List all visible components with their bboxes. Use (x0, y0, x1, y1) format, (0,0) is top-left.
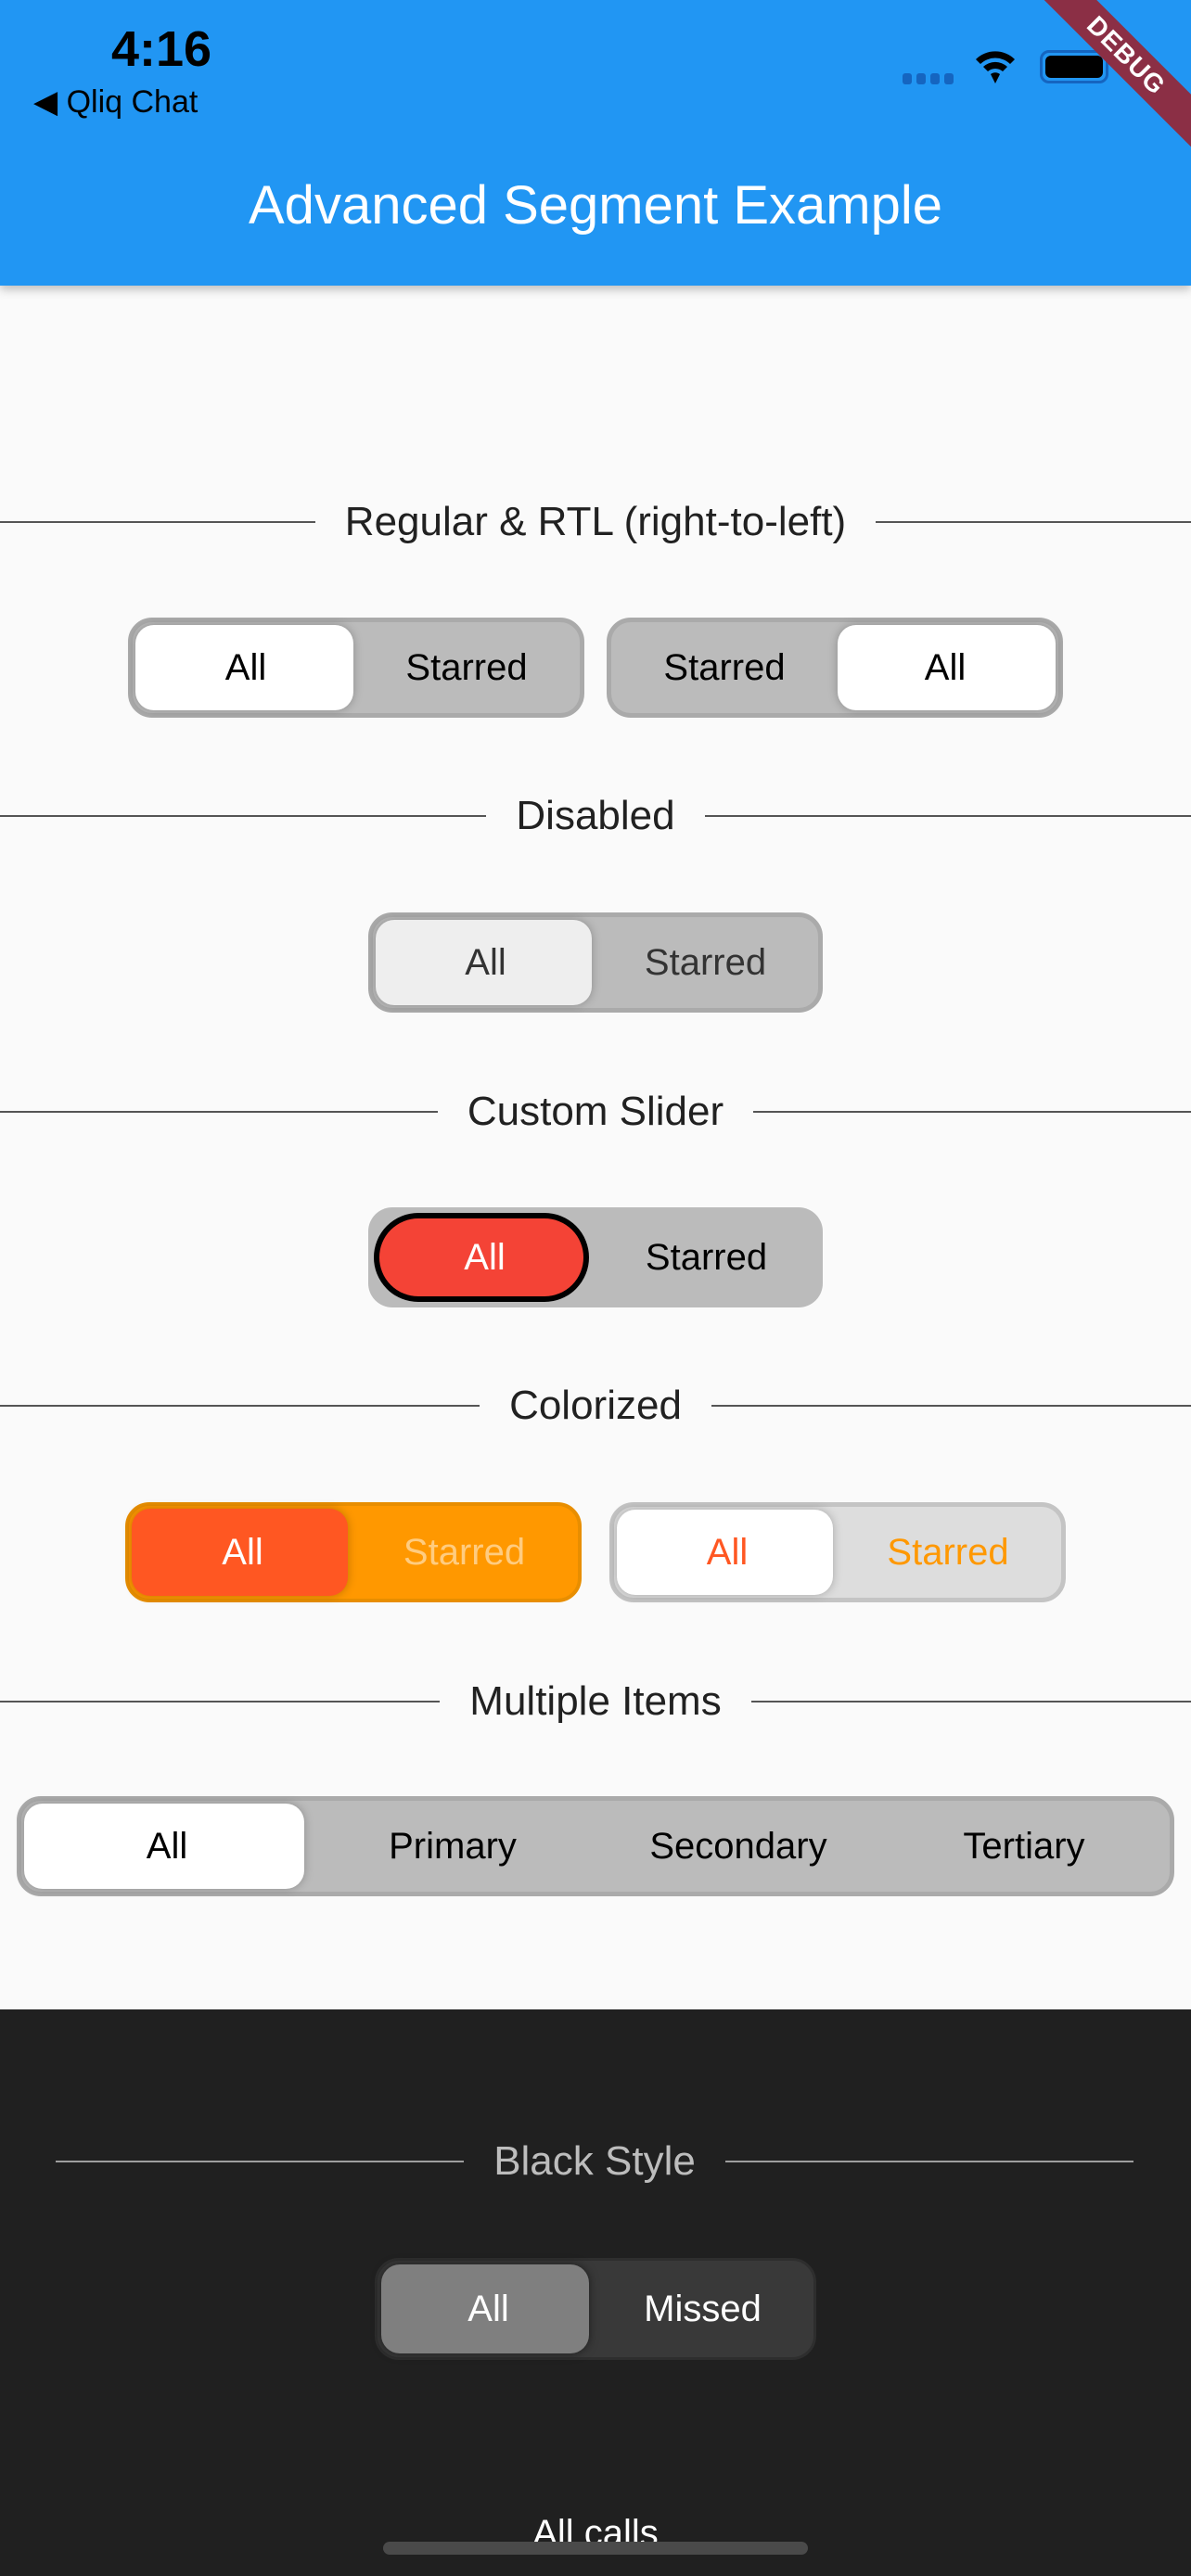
section-divider-disabled: Disabled (0, 788, 1191, 844)
status-time: 4:16 (111, 21, 212, 77)
segment-option-all[interactable]: All (381, 2264, 596, 2353)
segment-regular-rtl[interactable]: Starred All (607, 618, 1063, 718)
segment-option-all[interactable]: All (835, 625, 1056, 710)
segment-option-starred[interactable]: Starred (356, 625, 577, 710)
segment-option-starred[interactable]: Starred (614, 625, 835, 710)
section-divider-regular: Regular & RTL (right-to-left) (0, 494, 1191, 550)
segment-option-all[interactable]: All (132, 1509, 353, 1596)
back-to-app-link[interactable]: ◀ Qliq Chat (33, 83, 198, 121)
segment-disabled: All Starred (368, 912, 823, 1013)
segment-option-secondary[interactable]: Secondary (596, 1804, 881, 1889)
section-divider-custom: Custom Slider (0, 1084, 1191, 1140)
battery-icon (1040, 50, 1108, 83)
home-indicator[interactable] (383, 2542, 808, 2555)
segment-colorized-light[interactable]: All Starred (609, 1502, 1066, 1602)
segment-option-starred: Starred (644, 941, 767, 983)
segment-custom-slider[interactable]: All Starred (368, 1207, 823, 1307)
segment-colorized-orange[interactable]: All Starred (125, 1502, 582, 1602)
segment-option-primary[interactable]: Primary (310, 1804, 596, 1889)
section-divider-black: Black Style (56, 2134, 1134, 2189)
segment-option-starred[interactable]: Starred (596, 1213, 817, 1302)
segment-option-all[interactable]: All (617, 1510, 838, 1595)
signal-icon (903, 73, 954, 84)
segment-black-style[interactable]: All Missed (375, 2258, 816, 2360)
segment-regular-ltr[interactable]: All Starred (128, 618, 584, 718)
back-triangle-icon: ◀ (33, 84, 67, 120)
segment-option-all[interactable]: All (135, 625, 356, 710)
page-title: Advanced Segment Example (249, 175, 942, 236)
segment-option-tertiary[interactable]: Tertiary (881, 1804, 1167, 1889)
wifi-icon (976, 51, 1015, 83)
segment-option-all: All (465, 941, 506, 983)
segment-option-starred[interactable]: Starred (353, 1509, 575, 1596)
section-divider-multiple: Multiple Items (0, 1674, 1191, 1729)
segment-option-missed[interactable]: Missed (596, 2264, 810, 2353)
segment-multiple-items[interactable]: All Primary Secondary Tertiary (17, 1796, 1174, 1896)
segment-option-all[interactable]: All (24, 1804, 310, 1889)
segment-option-all[interactable]: All (374, 1213, 596, 1302)
section-divider-colorized: Colorized (0, 1378, 1191, 1434)
app-bar: 4:16 ◀ Qliq Chat Advanced Segment Exampl… (0, 0, 1191, 286)
segment-option-starred[interactable]: Starred (838, 1510, 1058, 1595)
